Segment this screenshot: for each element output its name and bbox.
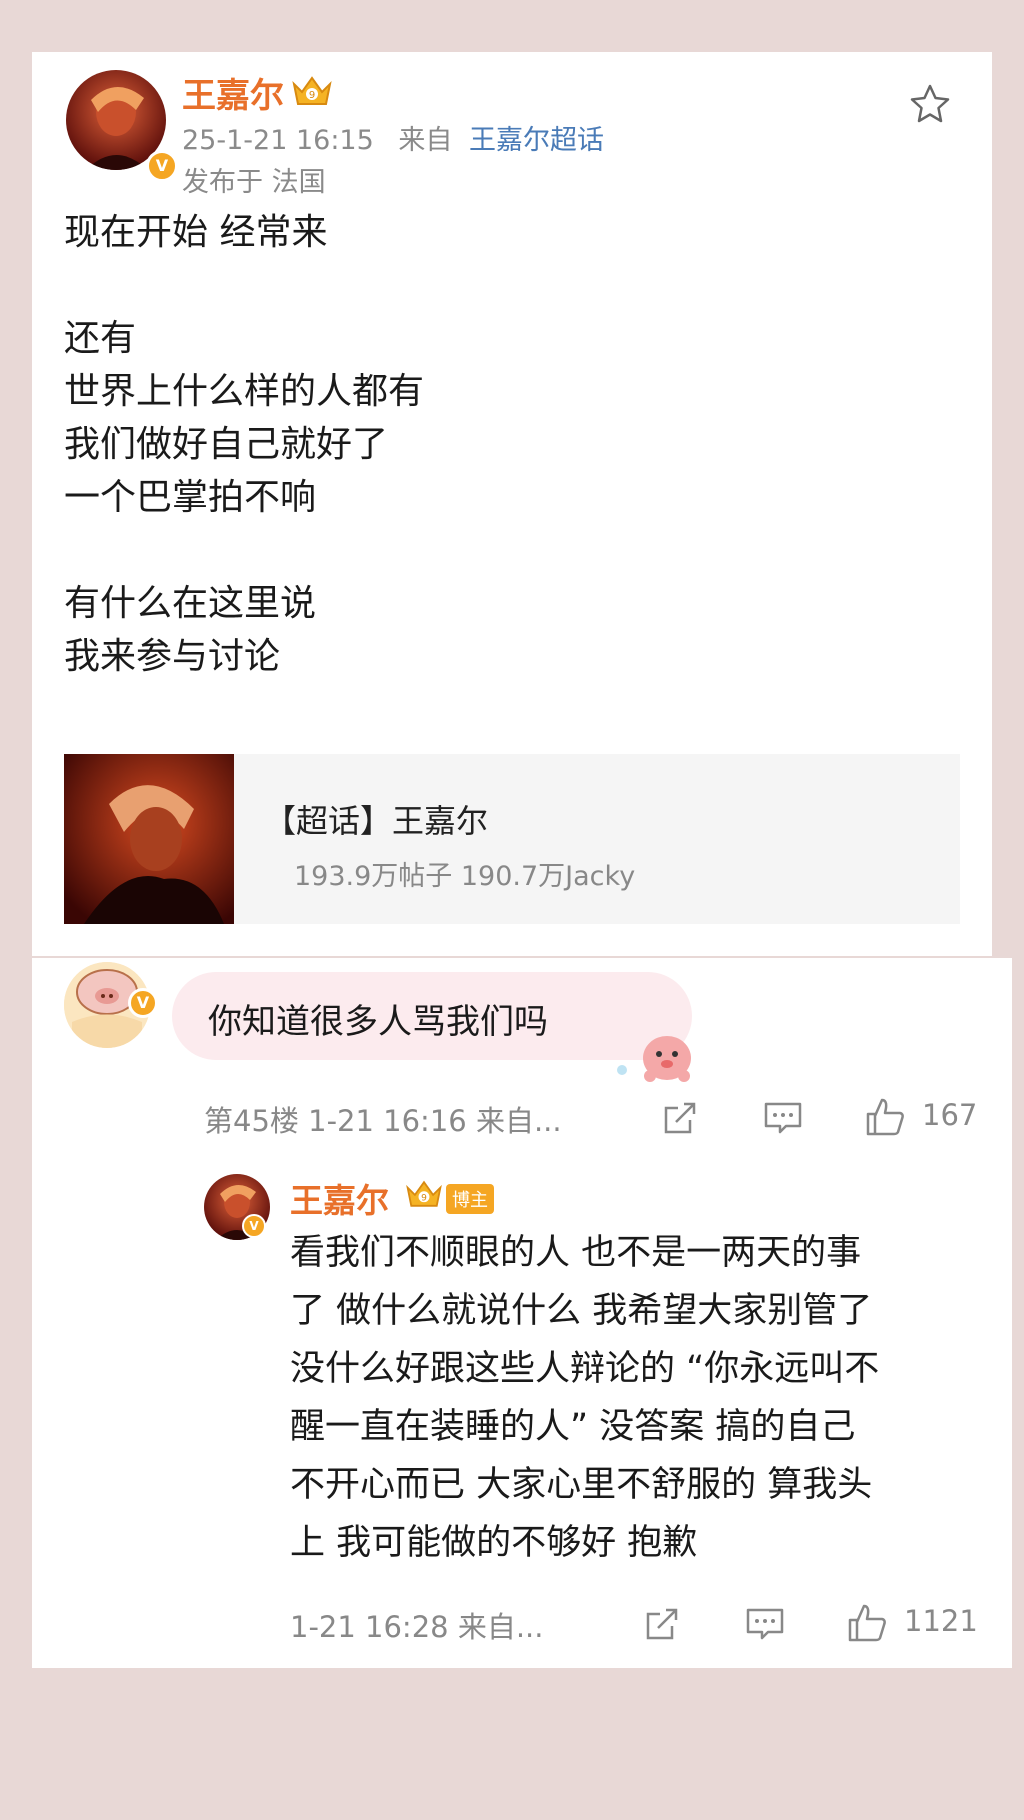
author-badge: 博主	[446, 1184, 494, 1214]
reply-line: 上 我可能做的不够好 抱歉	[290, 1523, 698, 1563]
comment-icon[interactable]	[762, 1098, 804, 1138]
author-name[interactable]: 王嘉尔	[182, 68, 284, 117]
verified-badge-icon: V	[128, 988, 158, 1018]
svg-text:9: 9	[309, 90, 315, 101]
post-line	[64, 259, 424, 312]
reply-line: 不开心而已 大家心里不舒服的 算我头	[290, 1465, 873, 1505]
topic-image	[64, 754, 234, 924]
reply-line: 没什么好跟这些人辩论的 “你永远叫不	[290, 1349, 880, 1389]
post-line: 有什么在这里说	[64, 583, 317, 624]
source-prefix: 来自	[398, 125, 453, 156]
comment-icon[interactable]	[744, 1604, 786, 1644]
share-icon[interactable]	[642, 1604, 682, 1644]
reply-body: 看我们不顺眼的人 也不是一两天的事 了 做什么就说什么 我希望大家别管了 没什么…	[290, 1224, 879, 1572]
post-body: 现在开始 经常来 还有 世界上什么样的人都有 我们做好自己就好了 一个巴掌拍不响…	[64, 206, 424, 683]
post-line: 我们做好自己就好了	[64, 424, 389, 465]
thumbs-up-icon[interactable]	[864, 1096, 908, 1138]
comment-meta: 第45楼 1-21 16:16 来自...	[204, 1104, 562, 1138]
comment-text: 你知道很多人骂我们吗	[208, 1002, 548, 1042]
topic-stats: 193.9万帖子 190.7万Jacky	[294, 861, 636, 892]
post-line: 世界上什么样的人都有	[64, 371, 425, 412]
verified-badge-icon: V	[146, 150, 178, 182]
verified-badge-icon: V	[242, 1214, 266, 1238]
reply-author-name[interactable]: 王嘉尔	[290, 1174, 389, 1222]
crown-icon: 9	[292, 76, 332, 105]
share-icon[interactable]	[660, 1098, 700, 1138]
post-timestamp: 25-1-21 16:15	[182, 125, 374, 156]
topic-card[interactable]: 【超话】王嘉尔 193.9万帖子 190.7万Jacky	[64, 754, 960, 924]
svg-text:9: 9	[421, 1193, 427, 1203]
post-line: 我来参与讨论	[64, 636, 281, 677]
post-meta: 25-1-21 16:15 来自 王嘉尔超话	[182, 118, 604, 157]
post-line	[64, 524, 424, 577]
reply-line: 看我们不顺眼的人 也不是一两天的事	[290, 1233, 862, 1273]
reply-line: 了 做什么就说什么 我希望大家别管了	[290, 1291, 873, 1331]
reply-like-count: 1121	[904, 1604, 978, 1638]
reply-meta: 1-21 16:28 来自...	[290, 1610, 544, 1644]
post-line: 现在开始 经常来	[64, 212, 328, 253]
post-line: 还有	[64, 318, 137, 359]
post-location: 发布于 法国	[182, 167, 326, 198]
post-line: 一个巴掌拍不响	[64, 477, 317, 518]
thumbs-up-icon[interactable]	[846, 1602, 890, 1644]
source-link[interactable]: 王嘉尔超话	[469, 125, 604, 156]
reply-line: 醒一直在装睡的人” 没答案 搞的自己	[290, 1407, 856, 1447]
comment-card: V 你知道很多人骂我们吗 第45楼 1-21 16:16 来自... 167 V…	[32, 958, 1012, 1668]
star-icon[interactable]	[908, 82, 952, 126]
crown-icon: 9	[406, 1180, 442, 1207]
post-card: V 王嘉尔 9 25-1-21 16:15 来自 王嘉尔超话 发布于 法国 现在…	[32, 52, 992, 956]
bubble-decoration-icon	[617, 1036, 691, 1082]
topic-title: 【超话】王嘉尔	[264, 802, 489, 840]
comment-like-count: 167	[922, 1098, 978, 1132]
